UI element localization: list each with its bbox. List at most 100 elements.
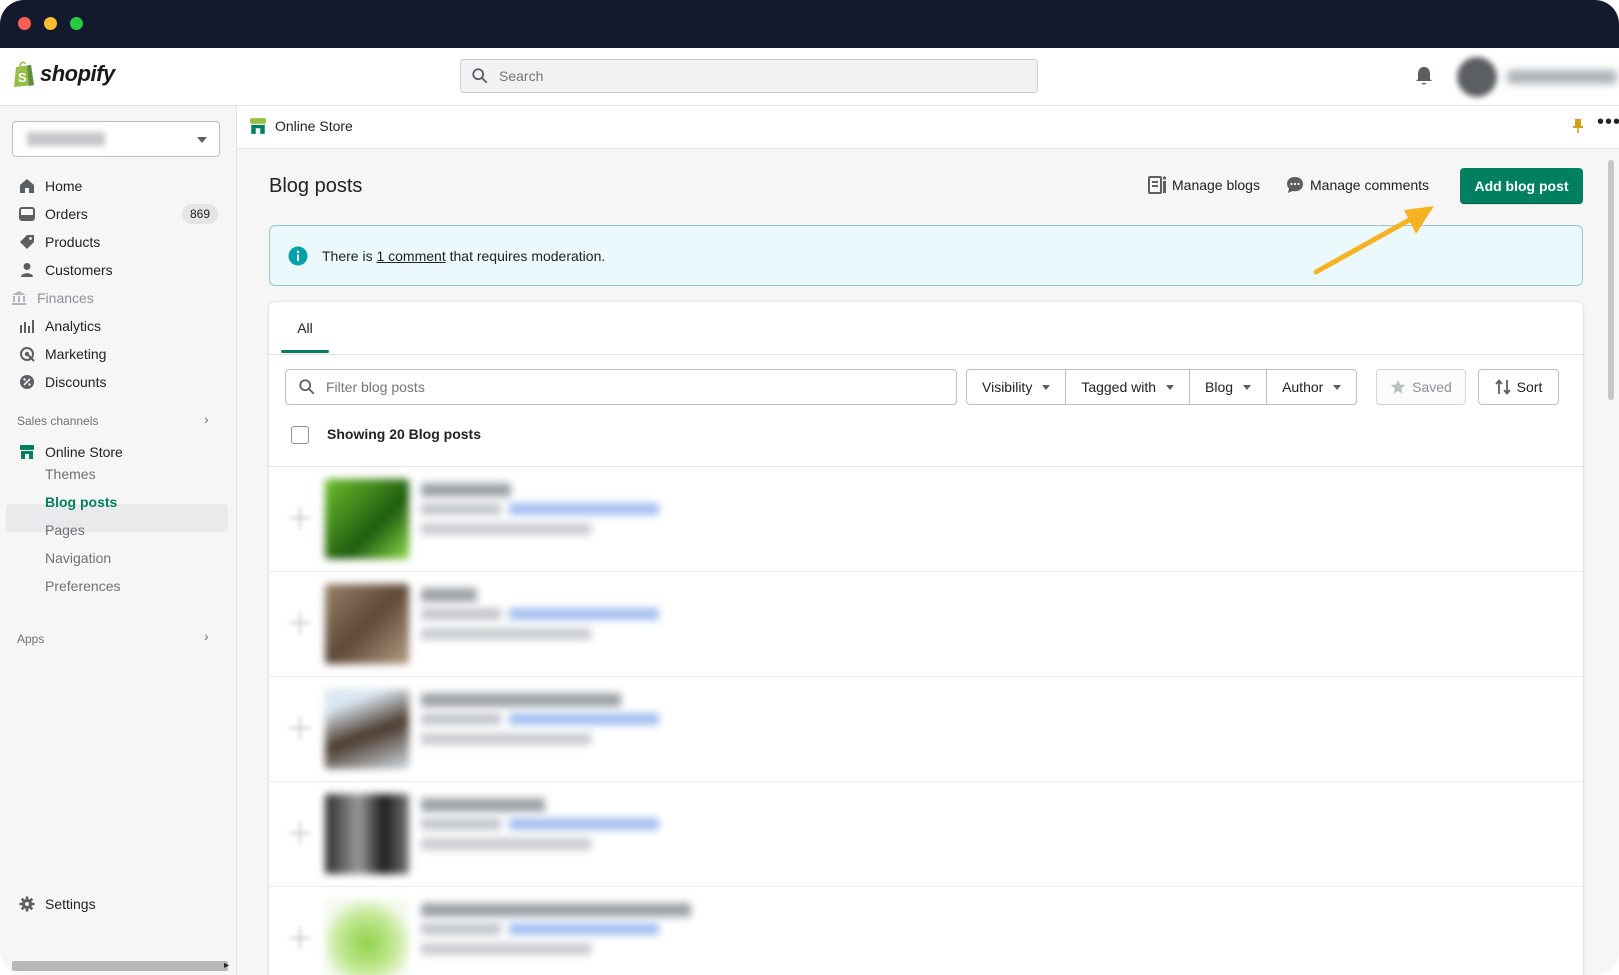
banner-text: There is 1 comment that requires moderat… <box>322 248 605 264</box>
target-icon <box>18 345 36 363</box>
blog-posts-card: All Visibility Tagged with Blog Author <box>269 302 1583 975</box>
sidebar-item-label: Discounts <box>45 374 107 390</box>
page-title: Blog posts <box>269 175 363 197</box>
filter-label: Visibility <box>982 379 1033 395</box>
post-meta-redacted <box>421 608 501 620</box>
chevron-right-icon[interactable]: › <box>204 628 209 644</box>
orders-icon <box>18 205 36 223</box>
shopify-logo[interactable]: S shopify <box>12 60 115 88</box>
row-checkbox[interactable] <box>287 715 313 741</box>
sort-label: Sort <box>1516 379 1543 395</box>
table-row[interactable] <box>269 887 1583 975</box>
avatar <box>1457 57 1497 97</box>
sidebar-item-orders[interactable]: Orders <box>18 202 88 226</box>
store-name-redacted <box>27 132 105 146</box>
post-date-redacted <box>421 733 591 745</box>
tag-icon <box>18 233 36 251</box>
sidebar-subitem-navigation[interactable]: Navigation <box>45 546 111 570</box>
tab-all[interactable]: All <box>281 302 329 354</box>
sidebar-item-marketing[interactable]: Marketing <box>18 342 106 366</box>
caret-down-icon <box>197 137 207 143</box>
sidebar-item-online-store[interactable]: Online Store <box>18 440 123 464</box>
close-window-button[interactable] <box>18 17 31 30</box>
row-checkbox[interactable] <box>287 505 313 531</box>
pin-icon[interactable] <box>1572 118 1584 134</box>
user-menu[interactable] <box>1457 57 1617 97</box>
post-link-redacted <box>509 503 659 515</box>
store-icon <box>18 443 36 461</box>
sidebar-item-products[interactable]: Products <box>18 230 100 254</box>
tagged-with-filter-button[interactable]: Tagged with <box>1066 369 1191 405</box>
banner-text-after: that requires moderation. <box>445 247 606 264</box>
scroll-right-arrow-icon[interactable]: ▸ <box>224 960 229 971</box>
filter-label: Blog <box>1205 379 1234 395</box>
search-input[interactable] <box>497 67 1001 85</box>
home-icon <box>18 177 36 195</box>
saved-button[interactable]: Saved <box>1376 369 1466 405</box>
sidebar-subitem-themes[interactable]: Themes <box>45 462 96 486</box>
post-thumbnail <box>325 584 409 664</box>
table-row[interactable] <box>269 677 1583 782</box>
sidebar-item-home[interactable]: Home <box>18 174 82 198</box>
chevron-right-icon[interactable]: › <box>204 411 209 427</box>
row-checkbox[interactable] <box>287 610 313 636</box>
manage-comments-label: Manage comments <box>1310 177 1430 193</box>
author-filter-button[interactable]: Author <box>1267 369 1358 405</box>
user-name-redacted <box>1507 70 1617 84</box>
sidebar-item-settings[interactable]: Settings <box>18 892 96 916</box>
breadcrumb-online-store[interactable]: Online Store <box>249 117 353 135</box>
sidebar-subitem-pages[interactable]: Pages <box>45 518 85 542</box>
apps-label: Apps <box>17 632 45 646</box>
sidebar-subitem-blog-posts[interactable]: Blog posts <box>45 490 117 514</box>
manage-blogs-button[interactable]: Manage blogs <box>1148 176 1260 194</box>
breadcrumb-label: Online Store <box>275 118 353 134</box>
active-tab-indicator <box>281 350 329 353</box>
sidebar-item-discounts[interactable]: Discounts <box>18 370 106 394</box>
blog-filter-button[interactable]: Blog <box>1190 369 1268 405</box>
filter-blog-posts-field[interactable] <box>285 369 957 405</box>
page-vertical-scrollbar[interactable] <box>1608 160 1614 400</box>
sort-button[interactable]: Sort <box>1478 369 1559 405</box>
sidebar-subitem-preferences[interactable]: Preferences <box>45 574 120 598</box>
visibility-filter-button[interactable]: Visibility <box>966 369 1067 405</box>
table-row[interactable] <box>269 572 1583 677</box>
row-checkbox[interactable] <box>287 820 313 846</box>
sidebar-item-label: Orders <box>45 206 88 222</box>
caret-down-icon <box>1042 384 1051 390</box>
table-row[interactable] <box>269 467 1583 572</box>
post-title-redacted <box>421 588 477 602</box>
manage-blogs-label: Manage blogs <box>1172 177 1260 193</box>
more-actions-icon[interactable]: ••• <box>1597 111 1619 134</box>
comment-moderation-link[interactable]: 1 comment <box>376 248 445 264</box>
global-search[interactable] <box>460 59 1038 93</box>
filter-label: Tagged with <box>1081 379 1157 395</box>
minimize-window-button[interactable] <box>44 17 57 30</box>
sidebar-item-analytics[interactable]: Analytics <box>18 314 101 338</box>
post-link-redacted <box>509 608 659 620</box>
star-icon <box>1390 379 1406 394</box>
showing-count-text: Showing 20 Blog posts <box>327 426 482 442</box>
manage-comments-button[interactable]: Manage comments <box>1286 176 1429 194</box>
post-title-redacted <box>421 903 691 917</box>
row-checkbox[interactable] <box>287 925 313 951</box>
sidebar-item-customers[interactable]: Customers <box>18 258 113 282</box>
caret-down-icon <box>1243 384 1252 390</box>
banner-text-before: There is <box>322 247 377 264</box>
sidebar-item-label: Home <box>45 178 83 194</box>
select-all-checkbox[interactable] <box>291 426 309 444</box>
sales-channels-label: Sales channels <box>17 414 99 428</box>
store-selector[interactable] <box>12 121 220 157</box>
maximize-window-button[interactable] <box>70 17 83 30</box>
shopify-bag-icon: S <box>14 61 34 87</box>
bar-chart-icon <box>18 317 36 335</box>
add-blog-post-button[interactable]: Add blog post <box>1460 168 1583 204</box>
notifications-bell-icon[interactable] <box>1415 66 1433 86</box>
discount-icon <box>18 373 36 391</box>
window-titlebar <box>0 0 1619 48</box>
sidebar-item-label: Finances <box>37 290 94 306</box>
sidebar-horizontal-scrollbar[interactable] <box>12 961 228 971</box>
post-thumbnail <box>325 899 409 975</box>
post-link-redacted <box>509 713 659 725</box>
filter-input[interactable] <box>324 378 928 396</box>
table-row[interactable] <box>269 782 1583 887</box>
